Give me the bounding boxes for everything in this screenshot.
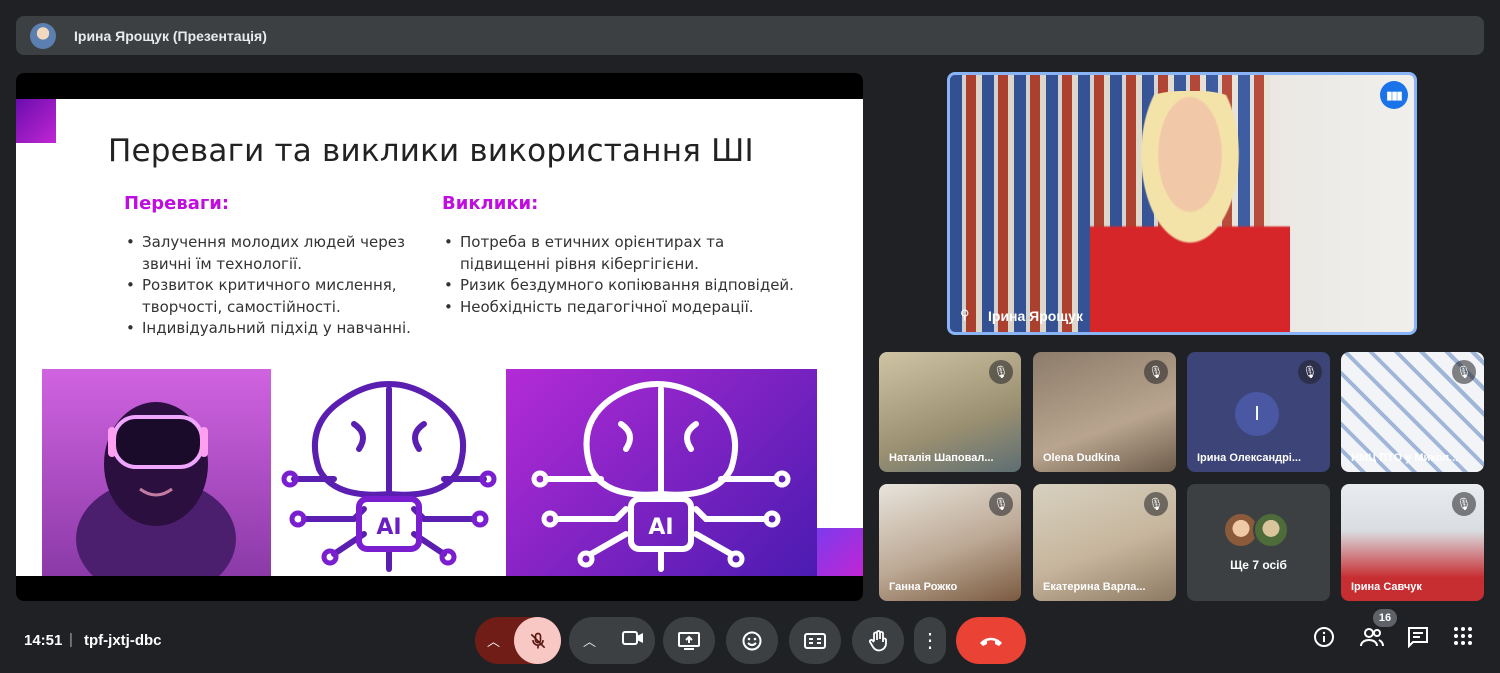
participant-tile[interactable]: 🎙︎ І Ірина Олександрі... — [1187, 352, 1330, 472]
slide-corner-decoration — [817, 528, 863, 576]
present-screen-icon[interactable] — [663, 617, 715, 664]
ai-brain-gradient-image: AI — [506, 369, 817, 576]
apps-grid-icon[interactable] — [1453, 626, 1473, 652]
banner-title: Ірина Ярощук (Презентація) — [74, 27, 267, 44]
advantage-item: Залучення молодих людей через звичні їм … — [124, 232, 414, 275]
challenge-item: Ризик бездумного копіювання відповідей. — [442, 275, 802, 297]
presenter-avatar — [30, 22, 56, 49]
participant-name: Ганна Рожко — [889, 581, 958, 593]
participant-tile[interactable]: 🎙︎ НМЦ ПТО у Микол... — [1341, 352, 1484, 472]
participant-name: НМЦ ПТО у Микол... — [1351, 452, 1459, 464]
audio-options-chevron-icon[interactable]: ︿ — [487, 631, 500, 650]
end-call-icon[interactable] — [956, 617, 1026, 664]
slide: Переваги та виклики використання ШІ Пере… — [16, 99, 863, 576]
participant-initial-avatar: І — [1235, 392, 1279, 436]
challenges-heading: Виклики: — [442, 193, 539, 214]
participant-tile[interactable]: 🎙︎ Ганна Рожко — [879, 484, 1021, 601]
mic-off-icon: 🎙︎ — [1144, 492, 1168, 516]
mic-off-icon[interactable] — [514, 617, 561, 664]
pin-icon[interactable]: ⚲ — [960, 307, 970, 323]
ai-label: AI — [648, 515, 673, 540]
info-icon[interactable] — [1313, 626, 1335, 654]
mic-off-icon: 🎙︎ — [1144, 360, 1168, 384]
camera-control: ︿ — [569, 617, 655, 664]
speaker-name: Ірина Ярощук — [988, 308, 1083, 324]
participant-name: Ірина Савчук — [1351, 581, 1422, 593]
video-options-chevron-icon[interactable]: ︿ — [583, 631, 596, 650]
microphone-control: ︿ — [475, 617, 561, 664]
mic-off-icon: 🎙︎ — [989, 360, 1013, 384]
mic-off-icon: 🎙︎ — [1452, 360, 1476, 384]
challenge-item: Потреба в етичних орієнтирах та підвищен… — [442, 232, 802, 275]
presentation-banner: Ірина Ярощук (Презентація) — [16, 16, 1484, 55]
clock: 14:51 — [24, 632, 63, 649]
ai-brain-image: AI — [274, 369, 504, 576]
captions-icon[interactable] — [789, 617, 841, 664]
mic-off-icon: 🎙︎ — [989, 492, 1013, 516]
avatar — [1253, 512, 1289, 548]
chat-icon[interactable] — [1407, 626, 1429, 654]
speaker-video — [1090, 91, 1290, 332]
mic-off-icon: 🎙︎ — [1298, 360, 1322, 384]
vr-headset-image — [42, 369, 271, 576]
advantages-column: Переваги: Залучення молодих людей через … — [124, 193, 414, 340]
raise-hand-icon[interactable] — [852, 617, 904, 664]
advantage-item: Індивідуальний підхід у навчанні. — [124, 318, 414, 340]
participant-tile[interactable]: 🎙︎ Olena Dudkina — [1033, 352, 1176, 472]
presentation-area: Переваги та виклики використання ШІ Пере… — [16, 73, 863, 601]
participant-name: Olena Dudkina — [1043, 452, 1121, 464]
participant-count-badge: 16 — [1373, 609, 1397, 627]
emoji-icon[interactable] — [726, 617, 778, 664]
slide-title: Переваги та виклики використання ШІ — [108, 133, 754, 169]
challenge-item: Необхідність педагогічної модерації. — [442, 297, 802, 319]
camera-icon[interactable] — [622, 630, 644, 651]
more-participants-label: Ще 7 осіб — [1230, 558, 1287, 572]
ai-label: AI — [376, 515, 401, 540]
slide-corner-decoration — [16, 99, 56, 143]
participant-name: Екатерина Варла... — [1043, 581, 1146, 593]
meeting-code: tpf-jxtj-dbc — [84, 632, 162, 649]
speaker-tile[interactable]: ▮▮▮ ⚲ Ірина Ярощук — [947, 72, 1417, 335]
participant-name: Наталія Шаповал... — [889, 452, 994, 464]
more-participants-tile[interactable]: Ще 7 осіб — [1187, 484, 1330, 601]
advantages-heading: Переваги: — [124, 193, 230, 214]
separator: | — [69, 631, 73, 648]
more-vert-icon[interactable]: ⋮ — [914, 617, 946, 664]
challenges-column: Виклики: Потреба в етичних орієнтирах та… — [442, 193, 802, 318]
control-bar: 14:51 | tpf-jxtj-dbc ︿ ︿ ⋮ 16 — [0, 606, 1500, 673]
participant-tile[interactable]: 🎙︎ Ірина Савчук — [1341, 484, 1484, 601]
participant-name: Ірина Олександрі... — [1197, 452, 1302, 464]
participant-tile[interactable]: 🎙︎ Наталія Шаповал... — [879, 352, 1021, 472]
people-icon[interactable] — [1360, 626, 1384, 654]
speaking-indicator-icon: ▮▮▮ — [1380, 81, 1408, 109]
mic-off-icon: 🎙︎ — [1452, 492, 1476, 516]
participant-tile[interactable]: 🎙︎ Екатерина Варла... — [1033, 484, 1176, 601]
advantage-item: Розвиток критичного мислення, творчості,… — [124, 275, 414, 318]
